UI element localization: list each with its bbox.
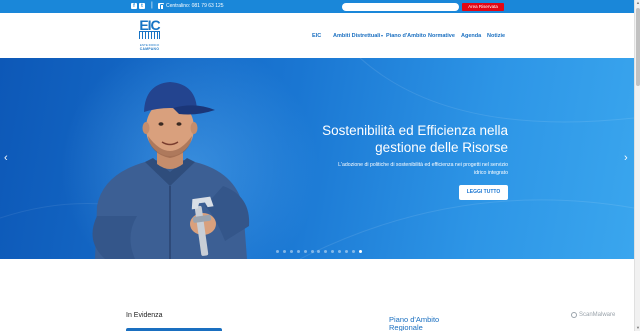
scrollbar-thumb[interactable] xyxy=(636,8,640,86)
reserved-area-button[interactable]: Area Riservata xyxy=(462,3,504,11)
slider-dot[interactable] xyxy=(310,250,314,253)
slider-dots xyxy=(276,250,366,254)
page-scrollbar[interactable]: ▲ ▼ xyxy=(634,0,640,331)
slider-prev-arrow-icon[interactable]: ‹ xyxy=(4,152,8,164)
chevron-down-icon xyxy=(381,34,384,37)
plumber-worker-image xyxy=(92,82,250,259)
facebook-glyph: f xyxy=(133,3,135,9)
slider-dot[interactable] xyxy=(303,250,307,253)
nav-item-agenda[interactable]: Agenda xyxy=(461,33,481,40)
nav-label: Notizie xyxy=(487,33,506,39)
nav-label: Piano d'Ambito xyxy=(386,33,427,39)
slider-dot[interactable] xyxy=(351,250,355,253)
site-header: EIC ENTE IDRICO CAMPANO EIC Ambiti Distr… xyxy=(0,13,634,58)
site-logo[interactable]: EIC ENTE IDRICO CAMPANO xyxy=(136,18,163,54)
slider-next-arrow-icon[interactable]: › xyxy=(624,152,628,164)
slider-dot[interactable] xyxy=(296,250,300,253)
twitter-icon[interactable]: t xyxy=(139,3,145,9)
read-more-button[interactable]: LEGGI TUTTO xyxy=(459,185,508,200)
hero-text: L'adozione di politiche di sostenibilità… xyxy=(338,162,508,176)
scanmalware-watermark: ScanMalware xyxy=(579,312,616,318)
piano-ambito-heading[interactable]: Piano d'Ambito Regionale xyxy=(389,316,469,331)
slider-dot[interactable] xyxy=(345,250,348,253)
slider-dot[interactable] xyxy=(289,250,293,253)
top-bar: f t | Centralino: 081 79 63 125 Area Ris… xyxy=(0,0,634,13)
logo-aqueduct-icon xyxy=(139,31,160,39)
twitter-glyph: t xyxy=(141,3,143,9)
slider-dot[interactable] xyxy=(276,250,279,253)
nav-label: Normative xyxy=(428,33,455,39)
hero-slider: Sostenibilità ed Efficienza nella gestio… xyxy=(0,58,634,259)
logo-line-2: CAMPANO xyxy=(139,47,160,51)
slider-dot[interactable] xyxy=(282,250,286,253)
phone-icon xyxy=(158,3,164,10)
scroll-up-icon[interactable]: ▲ xyxy=(636,1,640,5)
scroll-down-icon[interactable]: ▼ xyxy=(636,326,640,330)
scanmalware-logo-icon xyxy=(571,312,577,318)
topbar-separator: | xyxy=(151,2,153,9)
slider-dot[interactable] xyxy=(317,250,321,253)
slider-dot[interactable] xyxy=(331,250,335,253)
nav-item-ambiti-distrettuali[interactable]: Ambiti Distrettuali xyxy=(333,33,384,40)
slider-dot[interactable] xyxy=(338,250,342,253)
nav-label: Ambiti Distrettuali xyxy=(333,33,381,39)
nav-item-notizie[interactable]: Notizie xyxy=(487,33,505,40)
nav-label: Agenda xyxy=(461,33,482,39)
nav-item-piano-ambito[interactable]: Piano d'Ambito xyxy=(386,33,426,40)
nav-item-eic[interactable]: EIC xyxy=(312,33,321,40)
nav-label: EIC xyxy=(312,33,322,39)
phone-number: Centralino: 081 79 63 125 xyxy=(166,3,224,9)
in-evidenza-heading: In Evidenza xyxy=(126,312,163,319)
logo-letters: EIC xyxy=(139,17,160,33)
hero-title: Sostenibilità ed Efficienza nella gestio… xyxy=(322,123,508,155)
slider-dot[interactable] xyxy=(358,250,362,253)
search-input[interactable] xyxy=(342,3,459,11)
slider-dot[interactable] xyxy=(324,250,328,253)
nav-item-normative[interactable]: Normative xyxy=(428,33,455,40)
facebook-icon[interactable]: f xyxy=(131,3,137,9)
